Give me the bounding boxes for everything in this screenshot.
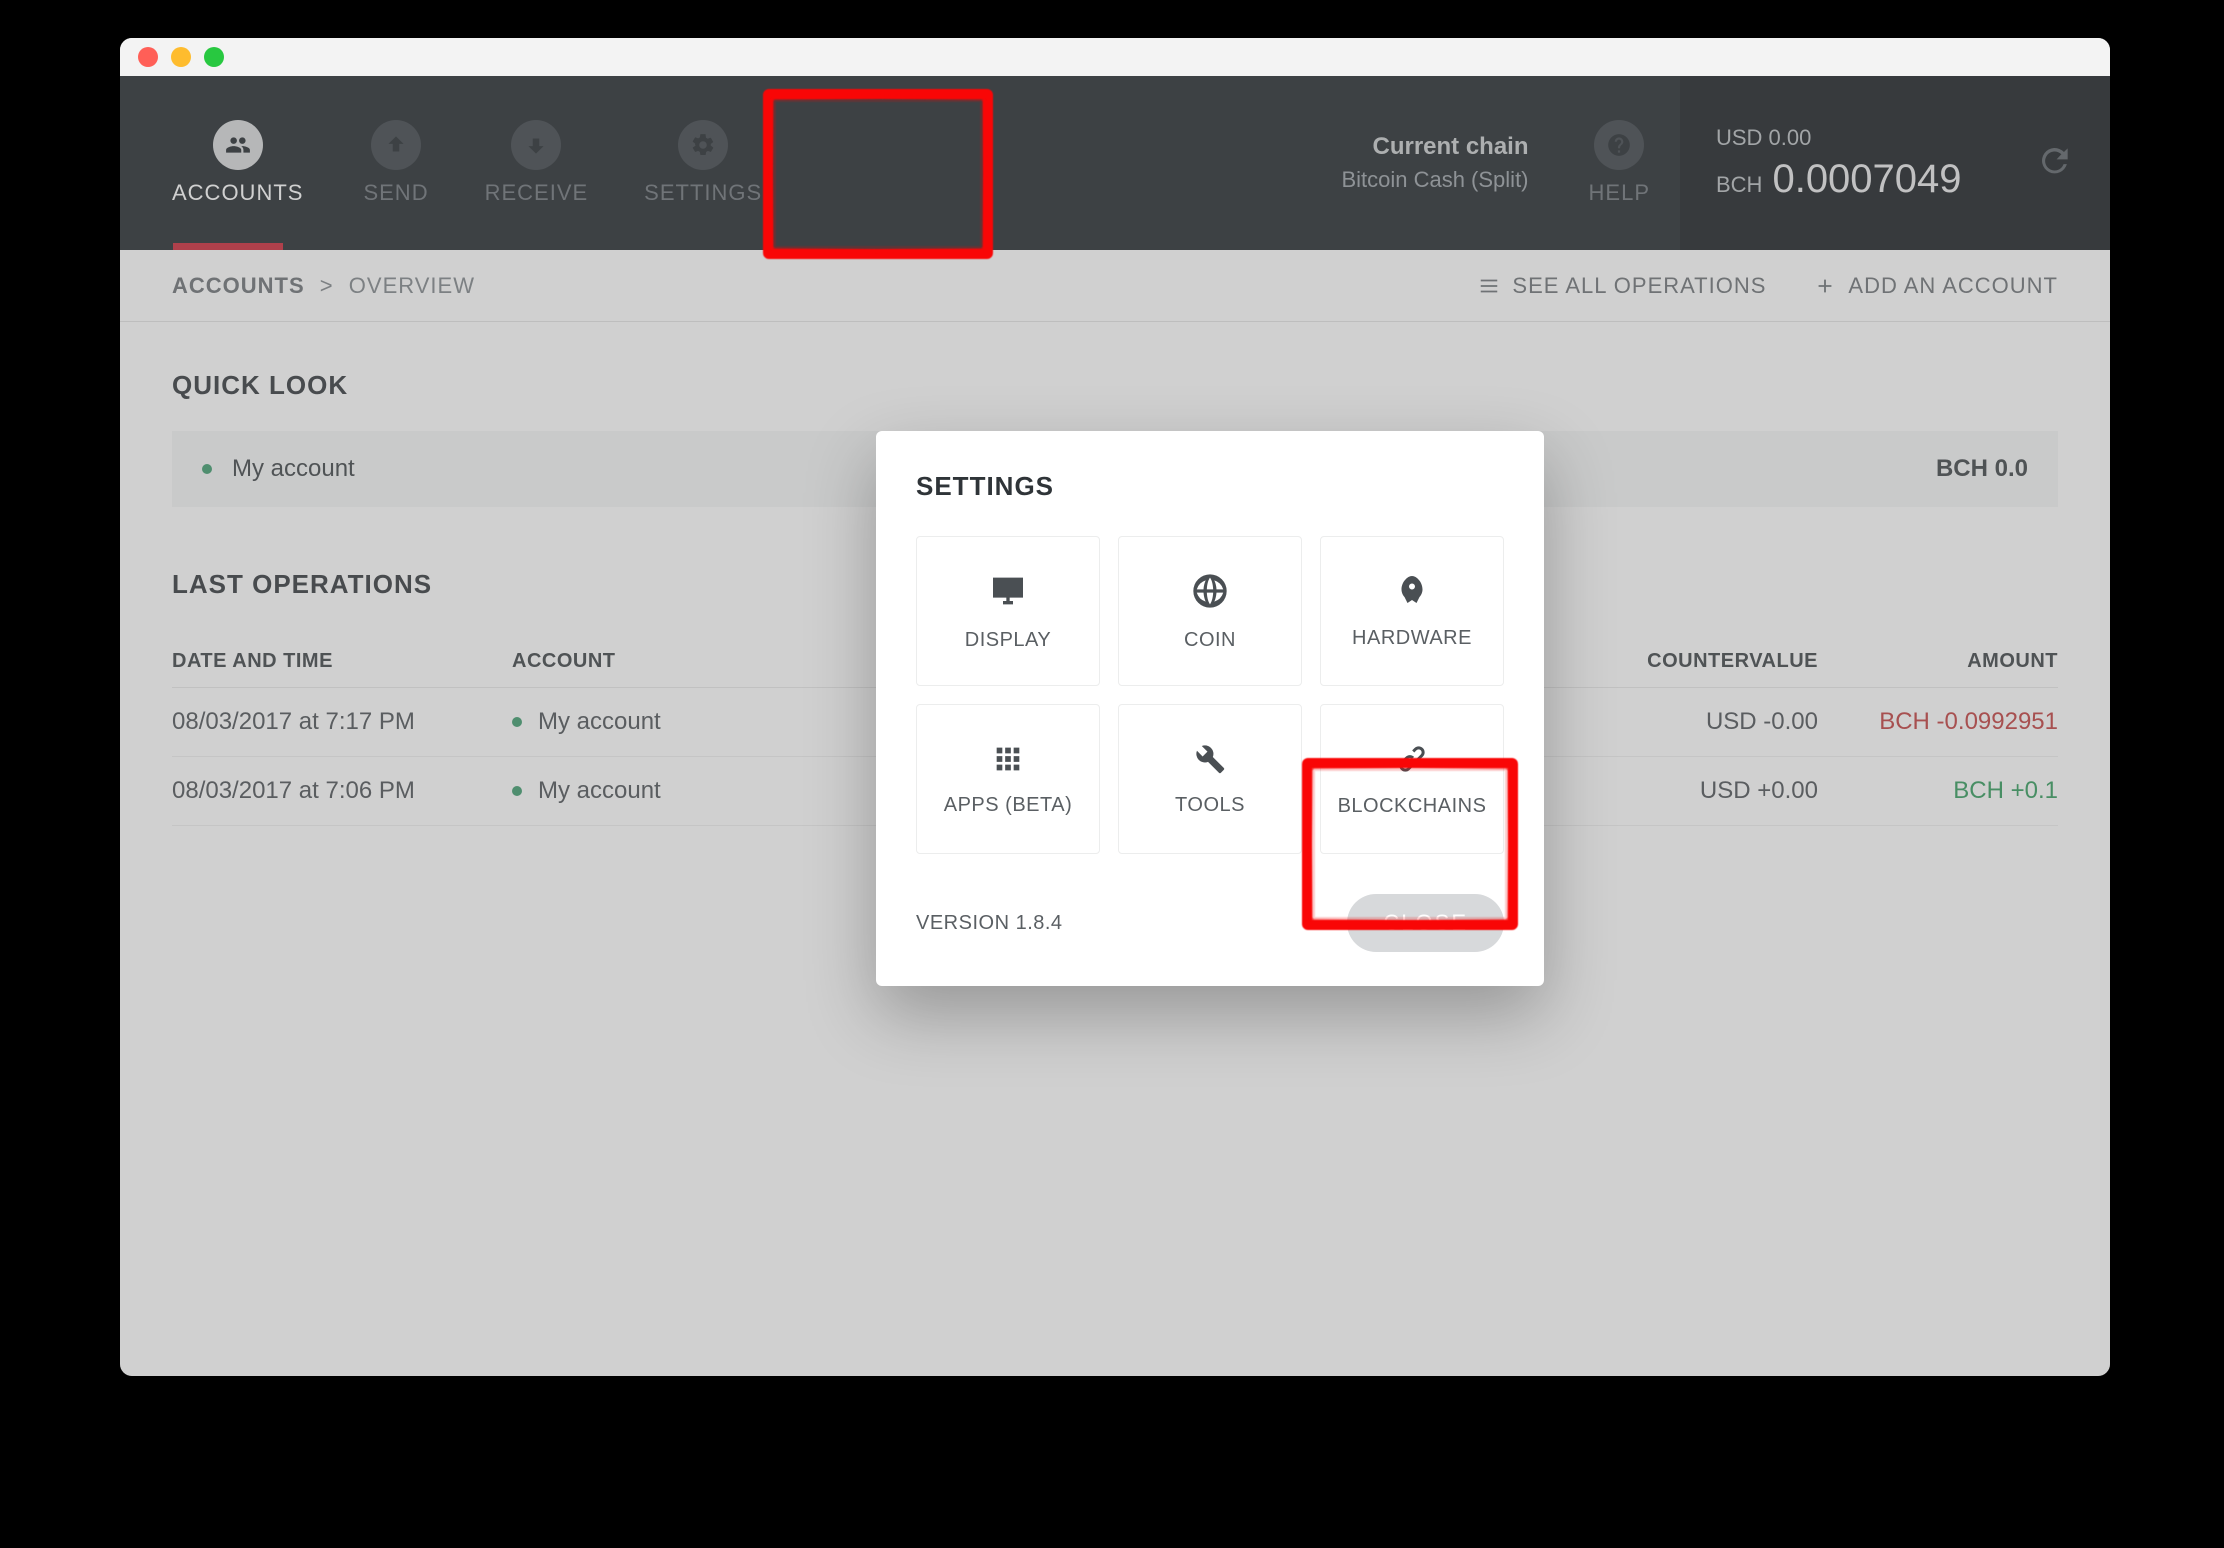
rocket-icon [1394,573,1430,609]
nav-label: SETTINGS [644,180,762,206]
globe-icon [1190,571,1230,611]
chain-name: Bitcoin Cash (Split) [1341,167,1528,193]
see-all-operations-button[interactable]: SEE ALL OPERATIONS [1478,273,1766,299]
breadcrumb-root[interactable]: ACCOUNTS [172,273,305,298]
tile-label: APPS (BETA) [944,794,1073,817]
status-dot-icon [512,786,522,796]
grid-icon [991,742,1025,776]
nav-send[interactable]: SEND [335,76,456,250]
settings-tile-coin[interactable]: COIN [1118,536,1302,686]
cell-account: My account [512,777,872,805]
settings-tile-tools[interactable]: TOOLS [1118,704,1302,854]
app-header: ACCOUNTS SEND RECEIVE [120,76,2110,250]
settings-tile-grid: DISPLAY COIN HARDWARE APPS (BETA) TOOLS [916,536,1504,854]
cell-date: 08/03/2017 at 7:17 PM [172,708,512,736]
tile-label: HARDWARE [1352,627,1472,650]
refresh-icon [2036,142,2074,180]
close-button[interactable]: CLOSE [1347,894,1504,952]
tile-label: TOOLS [1175,794,1245,817]
wrench-icon [1193,742,1227,776]
account-name: My account [232,455,355,483]
gear-icon [678,120,728,170]
col-amount: AMOUNT [1818,650,2058,673]
window-zoom-button[interactable] [204,47,224,67]
settings-tile-apps[interactable]: APPS (BETA) [916,704,1100,854]
arrow-up-icon [371,120,421,170]
cell-countervalue: USD +0.00 [1578,777,1818,805]
status-dot-icon [202,464,212,474]
question-icon [1594,120,1644,170]
balance-bch-label: BCH [1716,172,1762,198]
nav-settings[interactable]: SETTINGS [616,76,790,250]
chain-title: Current chain [1372,133,1528,161]
plus-icon [1814,275,1836,297]
window-minimize-button[interactable] [171,47,191,67]
settings-tile-hardware[interactable]: HARDWARE [1320,536,1504,686]
window-titlebar [120,38,2110,76]
cell-date: 08/03/2017 at 7:06 PM [172,777,512,805]
add-account-label: ADD AN ACCOUNT [1848,273,2058,299]
tile-label: BLOCKCHAINS [1338,795,1487,818]
settings-tile-blockchains[interactable]: BLOCKCHAINS [1320,704,1504,854]
app-window: ACCOUNTS SEND RECEIVE [120,38,2110,1376]
cell-amount: BCH -0.0992951 [1818,708,2058,736]
users-icon [213,120,263,170]
nav-receive[interactable]: RECEIVE [457,76,617,250]
current-chain: Current chain Bitcoin Cash (Split) [1341,76,1558,250]
quick-look-heading: QUICK LOOK [172,370,2058,401]
see-all-label: SEE ALL OPERATIONS [1512,273,1766,299]
nav-label: HELP [1589,180,1650,206]
balance-panel: USD 0.00 BCH 0.0007049 [1680,76,2110,250]
cell-account: My account [512,708,872,736]
col-date: DATE AND TIME [172,650,512,673]
refresh-button[interactable] [2036,142,2074,185]
tile-label: DISPLAY [965,629,1052,652]
breadcrumb-sep: > [312,273,342,298]
nav-label: SEND [363,180,428,206]
cell-amount: BCH +0.1 [1818,777,2058,805]
nav-label: ACCOUNTS [172,180,303,206]
modal-title: SETTINGS [916,471,1504,502]
version-label: VERSION 1.8.4 [916,912,1063,935]
breadcrumb-leaf: OVERVIEW [349,273,475,298]
nav-accounts[interactable]: ACCOUNTS [120,76,335,250]
settings-modal: SETTINGS DISPLAY COIN HARDWARE APPS (BET… [876,431,1544,986]
list-icon [1478,275,1500,297]
nav-help[interactable]: HELP [1559,76,1680,250]
cell-countervalue: USD -0.00 [1578,708,1818,736]
monitor-icon [988,571,1028,611]
breadcrumb: ACCOUNTS > OVERVIEW [172,273,475,299]
window-close-button[interactable] [138,47,158,67]
account-balance: BCH 0.0 [1936,455,2028,483]
nav-label: RECEIVE [485,180,589,206]
col-countervalue: COUNTERVALUE [1578,650,1818,673]
sub-toolbar: ACCOUNTS > OVERVIEW SEE ALL OPERATIONS A… [120,250,2110,322]
main-nav: ACCOUNTS SEND RECEIVE [120,76,790,250]
arrow-down-icon [511,120,561,170]
add-account-button[interactable]: ADD AN ACCOUNT [1814,273,2058,299]
status-dot-icon [512,717,522,727]
balance-bch-value: 0.0007049 [1772,157,1961,202]
col-account: ACCOUNT [512,650,872,673]
tile-label: COIN [1184,629,1236,652]
balance-usd: USD 0.00 [1716,125,1962,151]
settings-tile-display[interactable]: DISPLAY [916,536,1100,686]
chain-icon [1394,741,1430,777]
